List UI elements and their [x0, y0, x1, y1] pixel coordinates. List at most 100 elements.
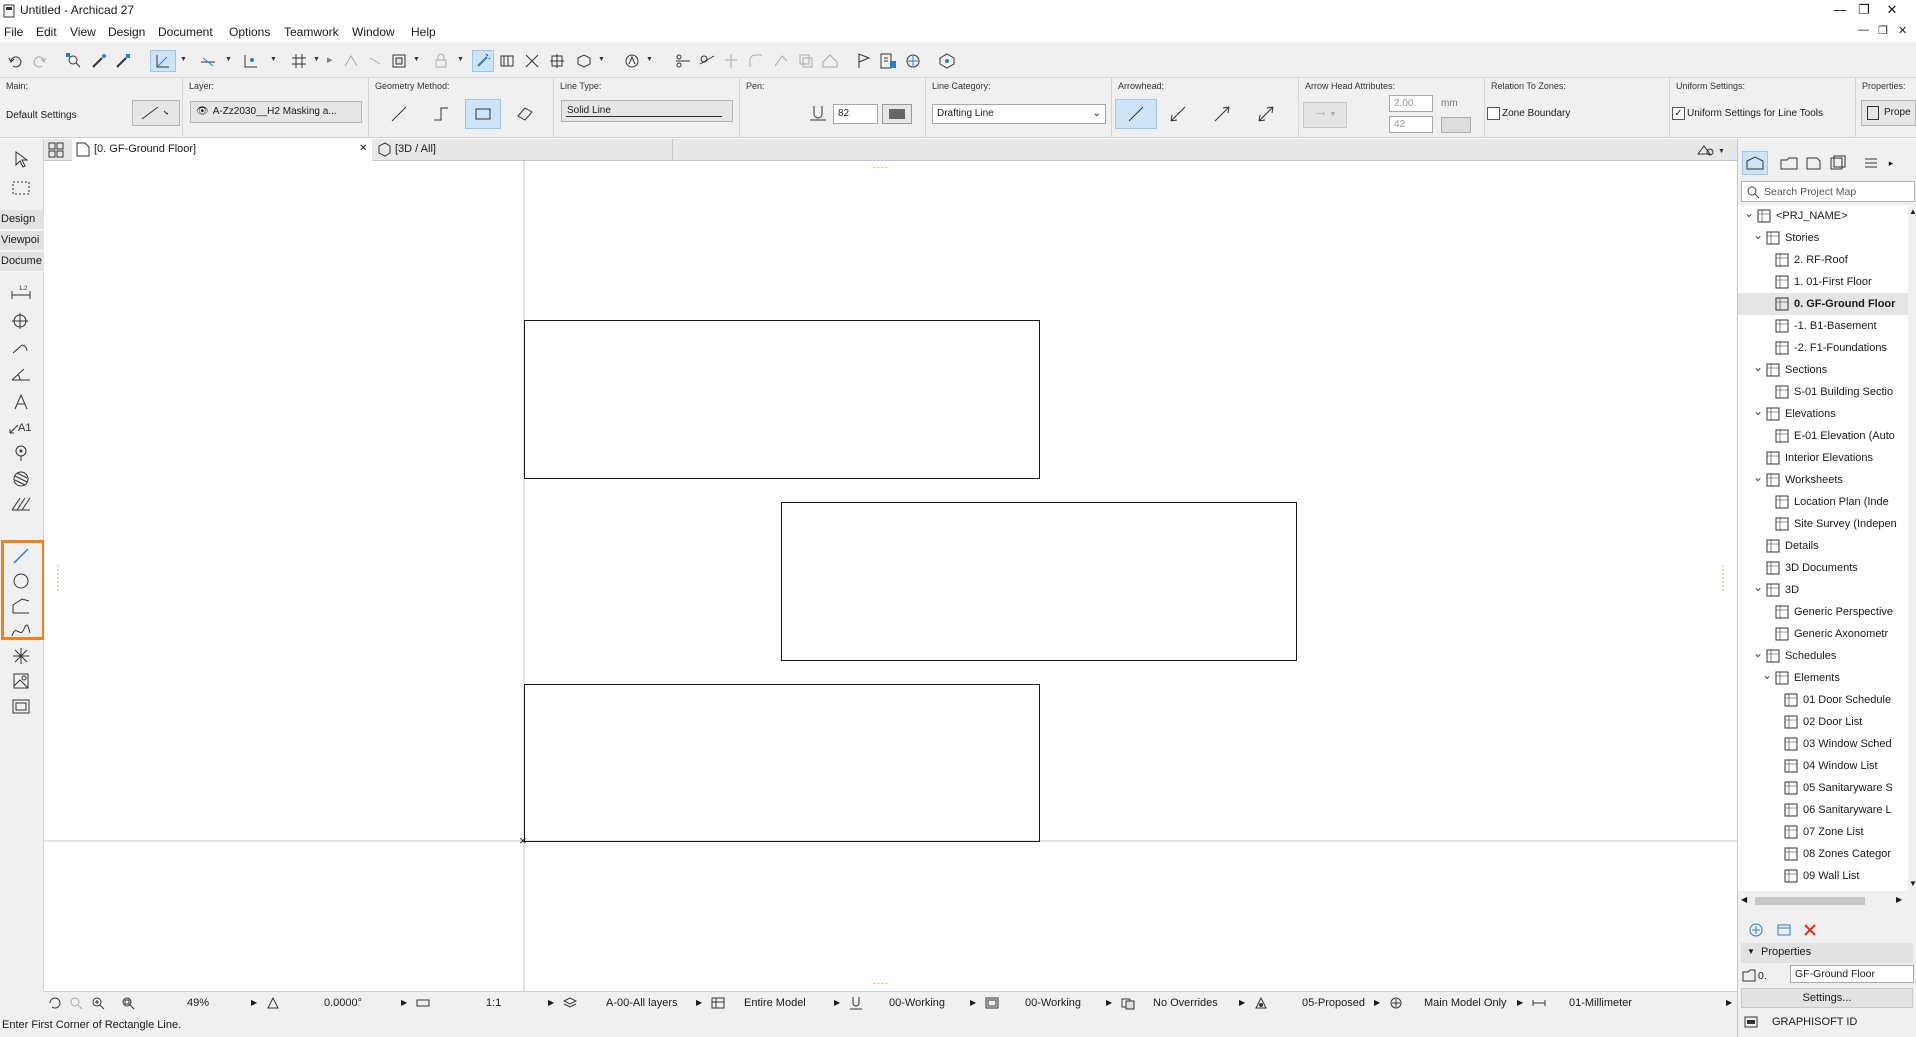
chevron-down-icon[interactable]: ⌄: [1753, 404, 1763, 418]
bottom-resize-handle[interactable]: ----: [873, 978, 889, 988]
chevron-down-icon[interactable]: ⌄: [1762, 668, 1772, 682]
text-tool-icon[interactable]: [6, 389, 36, 415]
fillet-icon[interactable]: [745, 50, 767, 72]
no-arrowhead-icon[interactable]: [1115, 99, 1157, 129]
properties-header[interactable]: ▼ Properties: [1741, 943, 1913, 963]
pen-set-icon[interactable]: [848, 995, 864, 1011]
tree-item[interactable]: E-01 Elevation (Auto: [1738, 425, 1908, 447]
tree-item[interactable]: ⌄ Elements: [1738, 667, 1908, 689]
tab-close-icon[interactable]: ✕: [359, 143, 367, 154]
close-button[interactable]: ✕: [1869, 0, 1915, 22]
rectangle-line-1[interactable]: [524, 320, 1040, 479]
mvo-icon[interactable]: [984, 995, 1000, 1011]
flag-icon[interactable]: [853, 50, 875, 72]
tree-item[interactable]: 03 Window Sched: [1738, 733, 1908, 755]
scroll-left-icon[interactable]: ◀: [1741, 895, 1747, 904]
menu-options[interactable]: Options: [229, 25, 270, 39]
zoom-arrow-icon[interactable]: ▶: [251, 998, 257, 1007]
chevron-down-icon[interactable]: ⌄: [1753, 470, 1763, 484]
menu-file[interactable]: File: [4, 25, 23, 39]
tree-item[interactable]: ⌄ Sections: [1738, 359, 1908, 381]
figure-tool-icon[interactable]: [6, 668, 36, 694]
adjust-icon[interactable]: [696, 50, 718, 72]
project-info-icon[interactable]: [877, 50, 899, 72]
tree-item[interactable]: 3D Documents: [1738, 557, 1908, 579]
view-settings-icon[interactable]: [1776, 922, 1792, 938]
magic-wand-icon[interactable]: [472, 50, 494, 72]
doc-restore-button[interactable]: ❐: [1878, 24, 1888, 37]
renovation-arrow-icon[interactable]: ▶: [1374, 998, 1380, 1007]
project-map-tree[interactable]: ⌄ <PRJ_NAME> ⌄ Stories 2. RF-Roof 1. 01-First…: [1738, 205, 1908, 891]
pen-number-field[interactable]: 82: [833, 104, 878, 124]
scroll-down-icon[interactable]: ▼: [1909, 879, 1916, 888]
menu-help[interactable]: Help: [411, 25, 436, 39]
structural-display[interactable]: Main Model Only: [1424, 997, 1507, 1009]
layer-dropdown-icon[interactable]: ▼: [413, 56, 420, 63]
guide-lines-dropdown-icon[interactable]: ▼: [180, 56, 187, 63]
arrow-size-field[interactable]: 2.00: [1389, 95, 1433, 112]
property-name-field[interactable]: GF-Ground Floor: [1790, 965, 1914, 983]
tree-item[interactable]: ⌄ Stories: [1738, 227, 1908, 249]
layer-settings-icon[interactable]: [388, 50, 410, 72]
toolbox-section-document[interactable]: Docume: [0, 252, 44, 272]
view-3d-dropdown-icon[interactable]: ▼: [598, 56, 605, 63]
inject-parameters-icon[interactable]: [112, 50, 134, 72]
snap-guides-icon[interactable]: [197, 50, 219, 72]
split-icon[interactable]: [672, 50, 694, 72]
add-view-icon[interactable]: [1748, 922, 1764, 938]
menu-view[interactable]: View: [70, 25, 96, 39]
grid-dropdown-icon[interactable]: ▼: [313, 56, 320, 63]
scroll-up-icon[interactable]: ▲: [1909, 207, 1916, 216]
snap-points-dropdown-icon[interactable]: ▼: [270, 56, 277, 63]
zoom-redo-icon[interactable]: [68, 995, 84, 1011]
drawing-tool-icon[interactable]: [6, 693, 36, 719]
tree-item[interactable]: 07 Zone List: [1738, 821, 1908, 843]
renovation-dropdown-icon[interactable]: ▼: [646, 56, 653, 63]
chevron-down-icon[interactable]: ⌄: [1753, 360, 1763, 374]
grid-snap-icon[interactable]: [288, 50, 310, 72]
tree-vertical-scrollbar[interactable]: ▲ ▼: [1908, 205, 1916, 891]
graphic-overrides-icon[interactable]: [1120, 995, 1136, 1011]
floor-plan-canvas[interactable]: ---- ---- ×: [44, 161, 1737, 991]
pen-set[interactable]: 00-Working: [889, 997, 945, 1009]
toolbox-section-design[interactable]: Design: [0, 210, 44, 230]
snap-points-icon[interactable]: [240, 50, 262, 72]
undo-icon[interactable]: [4, 50, 26, 72]
pick-up-parameters-icon[interactable]: [88, 50, 110, 72]
scroll-right-icon[interactable]: ▶: [1896, 895, 1902, 904]
top-resize-handle[interactable]: ----: [873, 162, 889, 172]
menu-window[interactable]: Window: [352, 25, 395, 39]
zoom-in-icon[interactable]: [90, 995, 106, 1011]
chevron-down-icon[interactable]: ⌄: [1753, 580, 1763, 594]
chevron-down-icon[interactable]: ⌄: [1753, 228, 1763, 242]
overrides-arrow-icon[interactable]: ▶: [1239, 998, 1245, 1007]
marquee-tool-icon[interactable]: [6, 175, 36, 201]
dimension-tool-icon[interactable]: 1.2: [6, 279, 36, 305]
tree-item[interactable]: ⌄ Worksheets: [1738, 469, 1908, 491]
renovation-filter-icon[interactable]: [1253, 995, 1269, 1011]
intersect-elements-icon[interactable]: [720, 50, 742, 72]
tree-item[interactable]: 1. 01-First Floor: [1738, 271, 1908, 293]
model-view-options[interactable]: 00-Working: [1025, 997, 1081, 1009]
renovation-filter[interactable]: 05-Proposed: [1302, 997, 1365, 1009]
redo-icon[interactable]: [29, 50, 51, 72]
rectangle-line-3[interactable]: [524, 684, 1040, 842]
tree-item[interactable]: 02 Door List: [1738, 711, 1908, 733]
publisher-sets-icon[interactable]: [1824, 151, 1850, 175]
arrow-type-dropdown[interactable]: → ▼: [1303, 102, 1347, 128]
tree-item[interactable]: Generic Perspective: [1738, 601, 1908, 623]
layout-book-icon[interactable]: [1800, 151, 1826, 175]
scale-arrow-icon[interactable]: ▶: [548, 998, 554, 1007]
scale-icon[interactable]: [415, 995, 431, 1011]
tree-item[interactable]: 0. GF-Ground Floor: [1738, 293, 1908, 315]
fit-in-window-icon[interactable]: [120, 995, 136, 1011]
rectangle-line-2[interactable]: [781, 502, 1297, 661]
angle-dimension-tool-icon[interactable]: [6, 361, 36, 387]
tree-item[interactable]: 08 Zones Categor: [1738, 843, 1908, 865]
scroll-thumb[interactable]: [1755, 897, 1865, 905]
mvo-arrow-icon[interactable]: ▶: [1106, 998, 1112, 1007]
hatch-tool-icon[interactable]: [6, 491, 36, 517]
tree-item[interactable]: -1. B1-Basement: [1738, 315, 1908, 337]
rotation-angle[interactable]: 0.0000°: [324, 997, 362, 1009]
lock-dropdown-icon[interactable]: ▼: [457, 56, 464, 63]
